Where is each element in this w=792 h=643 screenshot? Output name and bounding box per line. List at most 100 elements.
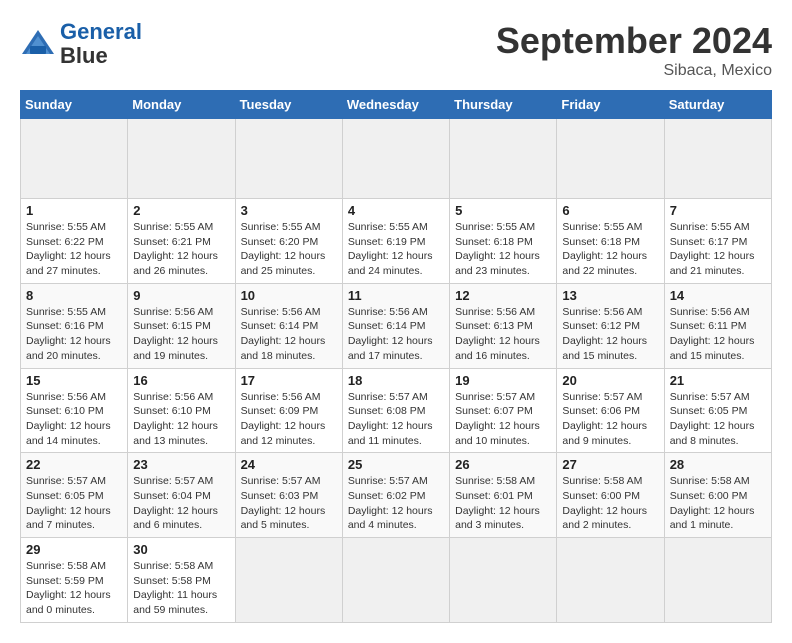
day-number: 28 <box>670 457 766 472</box>
day-info: Sunrise: 5:57 AM Sunset: 6:02 PM Dayligh… <box>348 474 444 533</box>
day-info: Sunrise: 5:56 AM Sunset: 6:10 PM Dayligh… <box>26 390 122 449</box>
calendar-cell: 3Sunrise: 5:55 AM Sunset: 6:20 PM Daylig… <box>235 199 342 284</box>
calendar-cell: 27Sunrise: 5:58 AM Sunset: 6:00 PM Dayli… <box>557 453 664 538</box>
day-info: Sunrise: 5:55 AM Sunset: 6:17 PM Dayligh… <box>670 220 766 279</box>
calendar-week-5: 29Sunrise: 5:58 AM Sunset: 5:59 PM Dayli… <box>21 538 772 623</box>
day-info: Sunrise: 5:56 AM Sunset: 6:15 PM Dayligh… <box>133 305 229 364</box>
weekday-header-sunday: Sunday <box>21 91 128 119</box>
day-number: 17 <box>241 373 337 388</box>
day-info: Sunrise: 5:55 AM Sunset: 6:22 PM Dayligh… <box>26 220 122 279</box>
day-info: Sunrise: 5:56 AM Sunset: 6:09 PM Dayligh… <box>241 390 337 449</box>
day-info: Sunrise: 5:55 AM Sunset: 6:18 PM Dayligh… <box>455 220 551 279</box>
calendar-body: 1 Sunrise: 5:55 AM Sunset: 6:22 PM Daylig… <box>21 119 772 623</box>
calendar-cell: 2 Sunrise: 5:55 AM Sunset: 6:21 PM Daylig… <box>128 199 235 284</box>
weekday-header-tuesday: Tuesday <box>235 91 342 119</box>
day-number: 9 <box>133 288 229 303</box>
weekday-header-wednesday: Wednesday <box>342 91 449 119</box>
calendar-cell: 21 Sunrise: 5:57 AM Sunset: 6:05 PM Dayli… <box>664 368 771 453</box>
calendar-cell <box>21 119 128 199</box>
calendar-cell: 12 Sunrise: 5:56 AM Sunset: 6:13 PM Dayli… <box>450 283 557 368</box>
title-block: September 2024 Sibaca, Mexico <box>496 20 772 80</box>
calendar-cell: 22 Sunrise: 5:57 AM Sunset: 6:05 PM Dayli… <box>21 453 128 538</box>
calendar-cell: 17 Sunrise: 5:56 AM Sunset: 6:09 PM Dayli… <box>235 368 342 453</box>
day-number: 8 <box>26 288 122 303</box>
day-info: Sunrise: 5:57 AM Sunset: 6:05 PM Dayligh… <box>670 390 766 449</box>
day-info: Sunrise: 5:55 AM Sunset: 6:19 PM Dayligh… <box>348 220 444 279</box>
day-info: Sunrise: 5:56 AM Sunset: 6:10 PM Dayligh… <box>133 390 229 449</box>
calendar-cell <box>557 119 664 199</box>
day-info: Sunrise: 5:58 AM Sunset: 6:00 PM Dayligh… <box>670 474 766 533</box>
day-number: 1 <box>26 203 122 218</box>
day-info: Sunrise: 5:57 AM Sunset: 6:08 PM Dayligh… <box>348 390 444 449</box>
calendar-cell: 4Sunrise: 5:55 AM Sunset: 6:19 PM Daylig… <box>342 199 449 284</box>
logo-text: General Blue <box>60 20 142 68</box>
day-number: 18 <box>348 373 444 388</box>
day-number: 14 <box>670 288 766 303</box>
calendar-cell <box>664 119 771 199</box>
calendar-cell <box>342 538 449 623</box>
calendar-cell <box>450 538 557 623</box>
calendar-cell <box>235 119 342 199</box>
calendar-cell: 24Sunrise: 5:57 AM Sunset: 6:03 PM Dayli… <box>235 453 342 538</box>
calendar-cell: 11Sunrise: 5:56 AM Sunset: 6:14 PM Dayli… <box>342 283 449 368</box>
calendar-cell: 18 Sunrise: 5:57 AM Sunset: 6:08 PM Dayli… <box>342 368 449 453</box>
calendar-cell <box>342 119 449 199</box>
calendar-header: SundayMondayTuesdayWednesdayThursdayFrid… <box>21 91 772 119</box>
day-number: 2 <box>133 203 229 218</box>
calendar-cell: 16 Sunrise: 5:56 AM Sunset: 6:10 PM Dayli… <box>128 368 235 453</box>
calendar-cell: 29Sunrise: 5:58 AM Sunset: 5:59 PM Dayli… <box>21 538 128 623</box>
day-info: Sunrise: 5:57 AM Sunset: 6:05 PM Dayligh… <box>26 474 122 533</box>
day-info: Sunrise: 5:58 AM Sunset: 6:00 PM Dayligh… <box>562 474 658 533</box>
location-title: Sibaca, Mexico <box>496 62 772 80</box>
day-info: Sunrise: 5:56 AM Sunset: 6:13 PM Dayligh… <box>455 305 551 364</box>
day-number: 23 <box>133 457 229 472</box>
day-info: Sunrise: 5:56 AM Sunset: 6:14 PM Dayligh… <box>241 305 337 364</box>
logo-general: General <box>60 19 142 44</box>
page-header: General Blue September 2024 Sibaca, Mexi… <box>20 20 772 80</box>
day-number: 10 <box>241 288 337 303</box>
calendar-cell: 15 Sunrise: 5:56 AM Sunset: 6:10 PM Dayli… <box>21 368 128 453</box>
calendar-week-4: 22 Sunrise: 5:57 AM Sunset: 6:05 PM Dayli… <box>21 453 772 538</box>
weekday-header-monday: Monday <box>128 91 235 119</box>
day-number: 30 <box>133 542 229 557</box>
calendar-cell: 23 Sunrise: 5:57 AM Sunset: 6:04 PM Dayli… <box>128 453 235 538</box>
day-info: Sunrise: 5:56 AM Sunset: 6:14 PM Dayligh… <box>348 305 444 364</box>
calendar-cell <box>128 119 235 199</box>
calendar-week-1: 1 Sunrise: 5:55 AM Sunset: 6:22 PM Daylig… <box>21 199 772 284</box>
calendar-cell: 6Sunrise: 5:55 AM Sunset: 6:18 PM Daylig… <box>557 199 664 284</box>
day-number: 15 <box>26 373 122 388</box>
logo: General Blue <box>20 20 142 68</box>
calendar-cell: 8Sunrise: 5:55 AM Sunset: 6:16 PM Daylig… <box>21 283 128 368</box>
weekday-header-friday: Friday <box>557 91 664 119</box>
calendar-cell <box>664 538 771 623</box>
day-number: 22 <box>26 457 122 472</box>
day-number: 19 <box>455 373 551 388</box>
day-info: Sunrise: 5:57 AM Sunset: 6:03 PM Dayligh… <box>241 474 337 533</box>
day-info: Sunrise: 5:55 AM Sunset: 6:21 PM Dayligh… <box>133 220 229 279</box>
day-info: Sunrise: 5:57 AM Sunset: 6:06 PM Dayligh… <box>562 390 658 449</box>
weekday-header-thursday: Thursday <box>450 91 557 119</box>
day-info: Sunrise: 5:58 AM Sunset: 5:58 PM Dayligh… <box>133 559 229 618</box>
day-number: 13 <box>562 288 658 303</box>
weekday-header-saturday: Saturday <box>664 91 771 119</box>
day-info: Sunrise: 5:58 AM Sunset: 5:59 PM Dayligh… <box>26 559 122 618</box>
day-number: 21 <box>670 373 766 388</box>
calendar-cell: 7Sunrise: 5:55 AM Sunset: 6:17 PM Daylig… <box>664 199 771 284</box>
day-number: 20 <box>562 373 658 388</box>
day-number: 6 <box>562 203 658 218</box>
day-number: 12 <box>455 288 551 303</box>
calendar-week-0 <box>21 119 772 199</box>
calendar-cell: 25Sunrise: 5:57 AM Sunset: 6:02 PM Dayli… <box>342 453 449 538</box>
day-number: 16 <box>133 373 229 388</box>
calendar-cell: 5Sunrise: 5:55 AM Sunset: 6:18 PM Daylig… <box>450 199 557 284</box>
calendar-cell: 20 Sunrise: 5:57 AM Sunset: 6:06 PM Dayli… <box>557 368 664 453</box>
calendar-cell: 9 Sunrise: 5:56 AM Sunset: 6:15 PM Daylig… <box>128 283 235 368</box>
calendar-cell <box>557 538 664 623</box>
calendar-cell <box>450 119 557 199</box>
calendar-cell: 30 Sunrise: 5:58 AM Sunset: 5:58 PM Dayli… <box>128 538 235 623</box>
day-info: Sunrise: 5:57 AM Sunset: 6:04 PM Dayligh… <box>133 474 229 533</box>
calendar-table: SundayMondayTuesdayWednesdayThursdayFrid… <box>20 90 772 623</box>
calendar-cell: 26Sunrise: 5:58 AM Sunset: 6:01 PM Dayli… <box>450 453 557 538</box>
logo-blue: Blue <box>60 43 108 68</box>
calendar-cell: 13Sunrise: 5:56 AM Sunset: 6:12 PM Dayli… <box>557 283 664 368</box>
